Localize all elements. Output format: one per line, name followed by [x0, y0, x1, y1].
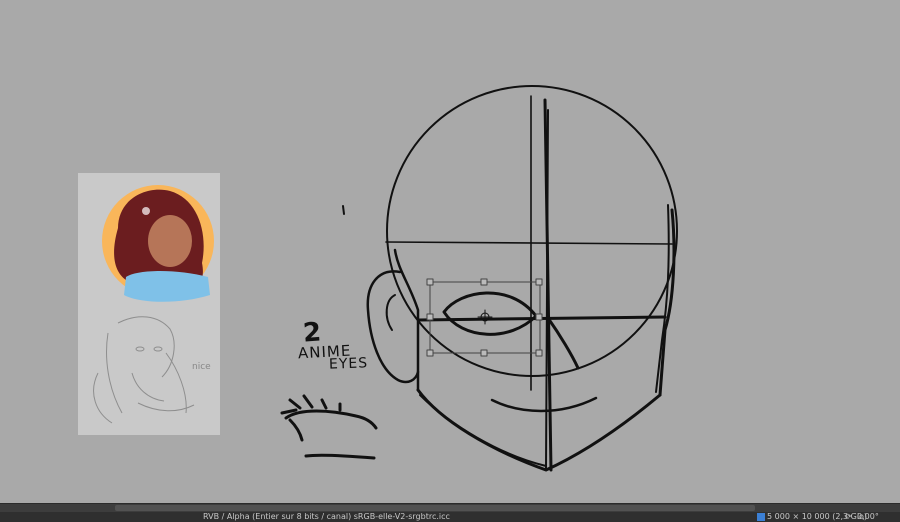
reference-image	[78, 173, 220, 435]
brow-guide	[385, 241, 673, 245]
rotate-icon[interactable]: ⟳	[845, 513, 853, 521]
drawing-canvas[interactable]: 2 ANIME EYES nice	[0, 0, 900, 503]
memory-icon	[757, 513, 765, 521]
rotation-angle[interactable]: 0,00°	[857, 512, 879, 522]
status-bar: RVB / Alpha (Entier sur 8 bits / canal) …	[0, 512, 900, 522]
annotation-eyes: EYES	[328, 355, 369, 373]
reference-note: nice	[192, 362, 211, 372]
eye-shape	[442, 291, 538, 336]
nose-line	[546, 316, 580, 370]
scrollbar-thumb[interactable]	[115, 505, 755, 511]
horizontal-scrollbar[interactable]	[0, 503, 900, 512]
anime-eye-sketch	[280, 394, 378, 460]
color-space-info: RVB / Alpha (Entier sur 8 bits / canal) …	[203, 512, 450, 521]
jaw-line	[416, 388, 662, 472]
